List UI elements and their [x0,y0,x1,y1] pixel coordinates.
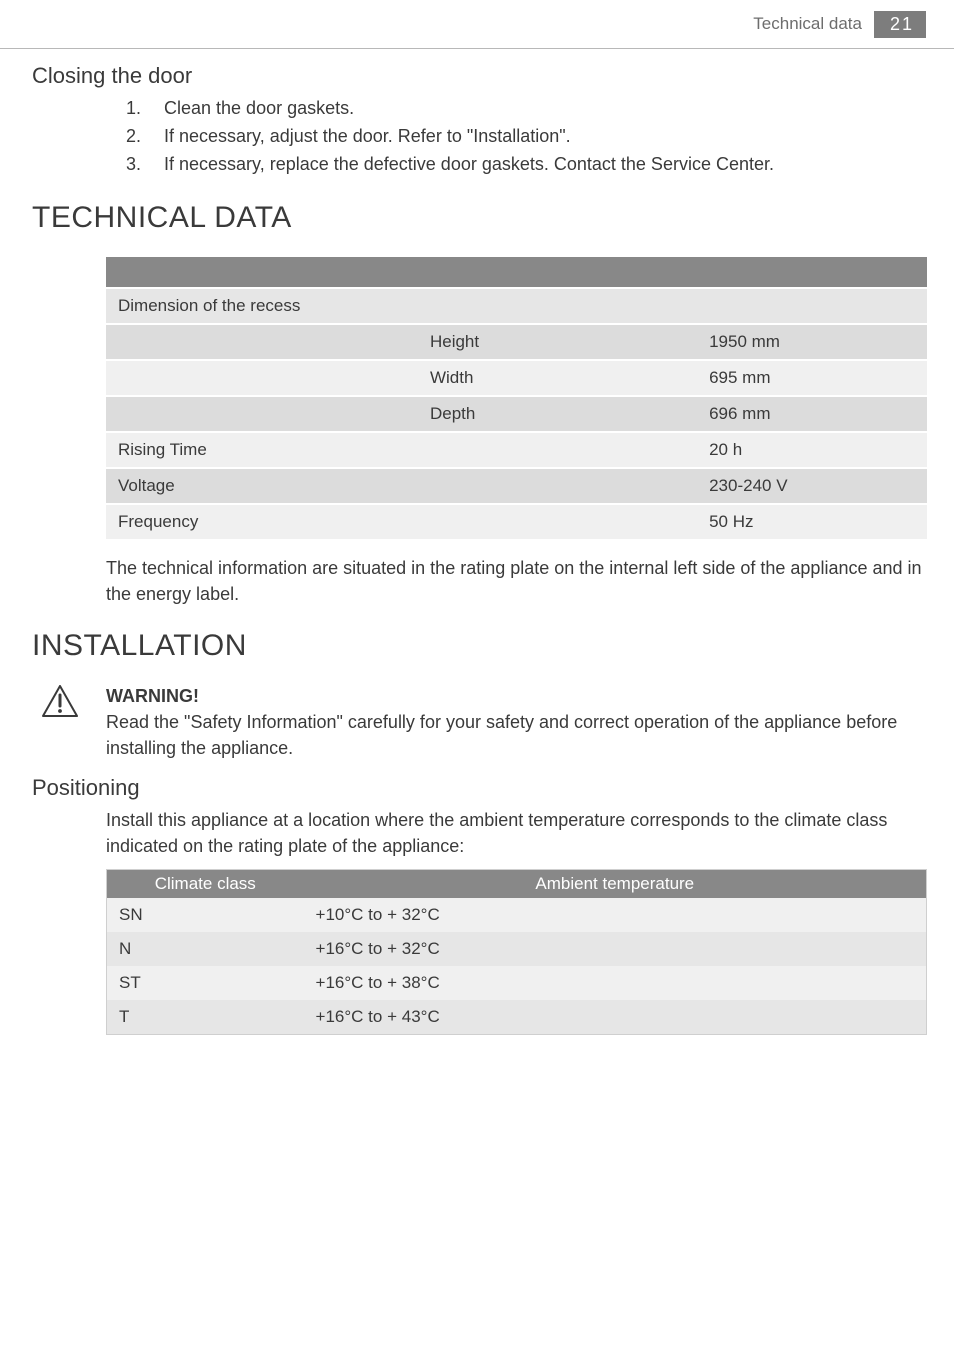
cell: +10°C to + 32°C [304,898,926,932]
table-row: Rising Time 20 h [106,433,927,467]
cell: 1950 mm [697,325,927,359]
step-text: If necessary, replace the defective door… [164,151,774,179]
cell: ST [107,966,304,1000]
step-text: If necessary, adjust the door. Refer to … [164,123,571,151]
column-header: Ambient temperature [304,870,926,898]
cell: Depth [418,397,697,431]
cell: 230-240 V [697,469,927,503]
cell [106,397,418,431]
closing-door-heading: Closing the door [32,63,922,89]
positioning-heading: Positioning [32,775,922,801]
cell: N [107,932,304,966]
warning-icon [42,685,78,761]
cell: Frequency [106,505,418,539]
step-number: 2. [126,123,164,151]
technical-data-heading: TECHNICAL DATA [32,201,922,235]
cell: Width [418,361,697,395]
header-divider [0,48,954,49]
closing-door-steps: 1. Clean the door gaskets. 2. If necessa… [32,95,922,179]
cell [418,469,697,503]
cell: Rising Time [106,433,418,467]
step-number: 1. [126,95,164,123]
cell: +16°C to + 43°C [304,1000,926,1034]
cell: 695 mm [697,361,927,395]
cell [418,505,697,539]
cell [106,361,418,395]
table-row: N +16°C to + 32°C [107,932,926,966]
cell: Voltage [106,469,418,503]
cell [106,325,418,359]
cell [697,289,927,323]
warning-title: WARNING! [106,683,922,709]
cell [418,289,697,323]
table-row: Depth 696 mm [106,397,927,431]
list-item: 3. If necessary, replace the defective d… [126,151,922,179]
installation-heading: INSTALLATION [32,629,922,663]
table-row: ST +16°C to + 38°C [107,966,926,1000]
cell [418,433,697,467]
table-row: Frequency 50 Hz [106,505,927,539]
positioning-intro: Install this appliance at a location whe… [106,807,922,859]
list-item: 1. Clean the door gaskets. [126,95,922,123]
climate-class-table: Climate class Ambient temperature SN +10… [106,869,927,1035]
cell: 696 mm [697,397,927,431]
cell: +16°C to + 32°C [304,932,926,966]
step-text: Clean the door gaskets. [164,95,354,123]
table-row: Dimension of the recess [106,289,927,323]
cell: Height [418,325,697,359]
cell: 20 h [697,433,927,467]
cell: +16°C to + 38°C [304,966,926,1000]
warning-body: Read the "Safety Information" carefully … [106,709,922,761]
technical-data-table: Dimension of the recess Height 1950 mm W… [106,255,927,541]
cell: 50 Hz [697,505,927,539]
page-number-badge: 21 [874,11,926,38]
cell: T [107,1000,304,1034]
technical-data-note: The technical information are situated i… [106,555,922,607]
cell: Dimension of the recess [106,289,418,323]
header-section-label: Technical data [753,14,862,34]
column-header: Climate class [107,870,304,898]
table-header-row: Climate class Ambient temperature [107,870,926,898]
list-item: 2. If necessary, adjust the door. Refer … [126,123,922,151]
step-number: 3. [126,151,164,179]
cell: SN [107,898,304,932]
table-row: Height 1950 mm [106,325,927,359]
table-row: Width 695 mm [106,361,927,395]
table-row: T +16°C to + 43°C [107,1000,926,1034]
table-header-row [106,257,927,287]
table-row: Voltage 230-240 V [106,469,927,503]
table-row: SN +10°C to + 32°C [107,898,926,932]
